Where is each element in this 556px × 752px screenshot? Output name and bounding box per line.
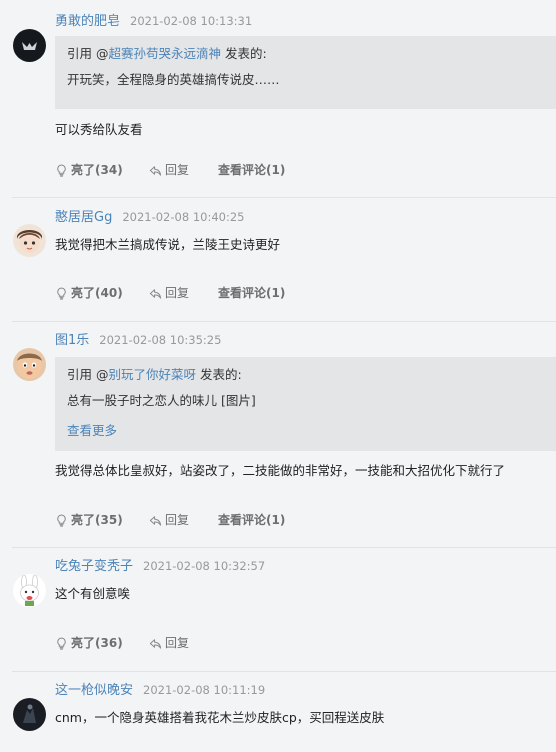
divider (12, 321, 556, 322)
comment-count: (1) (266, 163, 286, 177)
reply-button[interactable]: 回复 (149, 284, 218, 302)
comment-actions: 亮了(34) 回复 查看评论(1) (55, 161, 285, 179)
reply-label: 回复 (165, 513, 190, 527)
comment-header: 勇敢的肥皂 2021-02-08 10:13:31 (55, 12, 252, 30)
quote-text: 总有一股子时之恋人的味儿 [图片] (67, 393, 256, 408)
reply-label: 回复 (165, 636, 190, 650)
timestamp: 2021-02-08 10:32:57 (143, 559, 266, 573)
reply-icon (149, 515, 162, 526)
view-comments-label: 查看评论 (218, 286, 267, 300)
username[interactable]: 这一枪似晚安 (55, 683, 133, 698)
quote-block: 引用 @别玩了你好菜呀 发表的: 总有一股子时之恋人的味儿 [图片] 查看更多 (55, 357, 556, 451)
like-count: (36) (95, 636, 123, 650)
username[interactable]: 吃兔子变秃子 (55, 559, 133, 574)
quote-prefix: 引用 @ (67, 46, 109, 61)
like-label: 亮了 (71, 636, 96, 650)
username[interactable]: 勇敢的肥皂 (55, 14, 120, 29)
username[interactable]: 图1乐 (55, 333, 89, 348)
view-comments-label: 查看评论 (218, 163, 267, 177)
view-comments-button[interactable]: 查看评论(1) (218, 284, 285, 302)
quote-header: 引用 @别玩了你好菜呀 发表的: (67, 366, 556, 384)
comment-header: 这一枪似晚安 2021-02-08 10:11:19 (55, 681, 265, 699)
avatar[interactable] (13, 348, 46, 381)
lightbulb-icon (57, 287, 66, 300)
reply-icon (149, 638, 162, 649)
quote-block: 引用 @超赛孙苟哭永远滴神 发表的: 开玩笑，全程隐身的英雄搞传说皮…… (55, 36, 556, 109)
comment-text: 我觉得把木兰搞成传说，兰陵王史诗更好 (55, 237, 281, 252)
lightbulb-icon (57, 637, 66, 650)
comment-count: (1) (266, 513, 286, 527)
like-button[interactable]: 亮了(35) (55, 511, 149, 529)
view-comments-label: 查看评论 (218, 513, 267, 527)
quoted-user-link[interactable]: 别玩了你好菜呀 (108, 367, 196, 382)
comment-actions: 亮了(36) 回复 (55, 634, 218, 652)
avatar[interactable] (13, 698, 46, 731)
like-button[interactable]: 亮了(36) (55, 634, 149, 652)
quote-header: 引用 @超赛孙苟哭永远滴神 发表的: (67, 45, 556, 63)
avatar[interactable] (13, 574, 46, 607)
quote-prefix: 引用 @ (67, 367, 109, 382)
reply-icon (149, 288, 162, 299)
quote-suffix: 发表的: (196, 367, 242, 382)
quote-text: 开玩笑，全程隐身的英雄搞传说皮…… (67, 72, 280, 87)
lightbulb-icon (57, 164, 66, 177)
reply-icon (149, 165, 162, 176)
like-label: 亮了 (71, 513, 96, 527)
comment-text: 可以秀给队友看 (55, 122, 143, 137)
see-more-link[interactable]: 查看更多 (67, 420, 117, 439)
divider (12, 671, 556, 672)
comment-header: 憨居居Gg 2021-02-08 10:40:25 (55, 208, 244, 226)
like-count: (34) (95, 163, 123, 177)
comment-text: 这个有创意唉 (55, 586, 131, 601)
reply-button[interactable]: 回复 (149, 634, 218, 652)
comment-actions: 亮了(40) 回复 查看评论(1) (55, 284, 285, 302)
lightbulb-icon (57, 514, 66, 527)
timestamp: 2021-02-08 10:40:25 (122, 210, 245, 224)
view-comments-button[interactable]: 查看评论(1) (218, 161, 285, 179)
reply-label: 回复 (165, 163, 190, 177)
comment-header: 图1乐 2021-02-08 10:35:25 (55, 331, 221, 349)
timestamp: 2021-02-08 10:11:19 (143, 683, 266, 697)
quote-suffix: 发表的: (221, 46, 267, 61)
view-comments-button[interactable]: 查看评论(1) (218, 511, 285, 529)
like-count: (35) (95, 513, 123, 527)
avatar[interactable] (13, 224, 46, 257)
avatar[interactable] (13, 29, 46, 62)
like-button[interactable]: 亮了(40) (55, 284, 149, 302)
quoted-user-link[interactable]: 超赛孙苟哭永远滴神 (108, 46, 221, 61)
username[interactable]: 憨居居Gg (55, 210, 112, 225)
like-count: (40) (95, 286, 123, 300)
like-label: 亮了 (71, 286, 96, 300)
reply-button[interactable]: 回复 (149, 161, 218, 179)
timestamp: 2021-02-08 10:13:31 (130, 14, 253, 28)
comment-header: 吃兔子变秃子 2021-02-08 10:32:57 (55, 557, 265, 575)
comment-text: 我觉得总体比皇叔好，站姿改了，二技能做的非常好，一技能和大招优化下就行了 (55, 463, 506, 478)
divider (12, 197, 556, 198)
comment-actions: 亮了(35) 回复 查看评论(1) (55, 511, 285, 529)
like-label: 亮了 (71, 163, 96, 177)
like-button[interactable]: 亮了(34) (55, 161, 149, 179)
timestamp: 2021-02-08 10:35:25 (99, 333, 222, 347)
reply-button[interactable]: 回复 (149, 511, 218, 529)
comment-count: (1) (266, 286, 286, 300)
comment-text: cnm，一个隐身英雄搭着我花木兰炒皮肤cp，买回程送皮肤 (55, 710, 385, 725)
reply-label: 回复 (165, 286, 190, 300)
divider (12, 547, 556, 548)
